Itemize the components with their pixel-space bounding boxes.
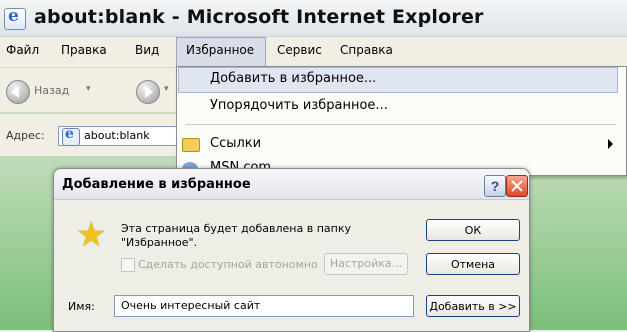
offline-checkbox[interactable] xyxy=(121,258,135,272)
menu-help[interactable]: Справка xyxy=(340,43,393,57)
menu-tools[interactable]: Сервис xyxy=(277,43,322,57)
add-to-button[interactable]: Добавить в >> xyxy=(426,295,520,317)
menu-edit[interactable]: Правка xyxy=(61,43,107,57)
page-icon xyxy=(62,126,80,146)
window-title: about:blank - Microsoft Internet Explore… xyxy=(34,6,484,28)
dialog-message-line2: "Избранное". xyxy=(121,236,198,249)
settings-button[interactable]: Настройка... xyxy=(324,253,408,275)
offline-checkbox-label: Сделать доступной автономно xyxy=(138,258,318,271)
menu-item-add-to-favorites[interactable]: Добавить в избранное... xyxy=(210,71,376,86)
submenu-arrow-icon xyxy=(608,139,613,149)
ie-logo-icon xyxy=(4,6,26,30)
close-button[interactable] xyxy=(506,175,528,197)
help-button[interactable]: ? xyxy=(484,175,506,197)
chevron-down-icon: ▾ xyxy=(164,84,169,94)
menu-item-organize-favorites[interactable]: Упорядочить избранное... xyxy=(210,98,388,113)
name-label: Имя: xyxy=(68,300,95,313)
chevron-down-icon: ▾ xyxy=(86,84,91,94)
dialog-title-bar: Добавление в избранное ? xyxy=(54,169,529,200)
back-label: Назад xyxy=(34,84,70,97)
menu-favorites[interactable]: Избранное xyxy=(186,43,254,57)
forward-arrow-icon xyxy=(136,80,160,104)
dialog-title: Добавление в избранное xyxy=(62,177,251,192)
menu-view[interactable]: Вид xyxy=(135,43,159,57)
ok-button[interactable]: ОК xyxy=(426,219,520,241)
back-arrow-icon xyxy=(6,80,30,104)
menu-file[interactable]: Файл xyxy=(6,43,39,57)
address-label: Адрес: xyxy=(6,129,45,142)
cancel-button[interactable]: Отмена xyxy=(426,253,520,275)
star-icon: ★ xyxy=(76,215,107,255)
address-value: about:blank xyxy=(84,129,150,142)
folder-icon xyxy=(182,138,200,152)
title-bar: about:blank - Microsoft Internet Explore… xyxy=(0,0,627,37)
dialog-message-line1: Эта страница будет добавлена в папку xyxy=(121,222,351,235)
add-favorite-dialog: Добавление в избранное ? ★ Эта страница … xyxy=(53,168,530,332)
menu-separator xyxy=(186,124,616,125)
menu-item-links[interactable]: Ссылки xyxy=(210,136,261,151)
name-input[interactable]: Очень интересный сайт xyxy=(114,295,414,317)
